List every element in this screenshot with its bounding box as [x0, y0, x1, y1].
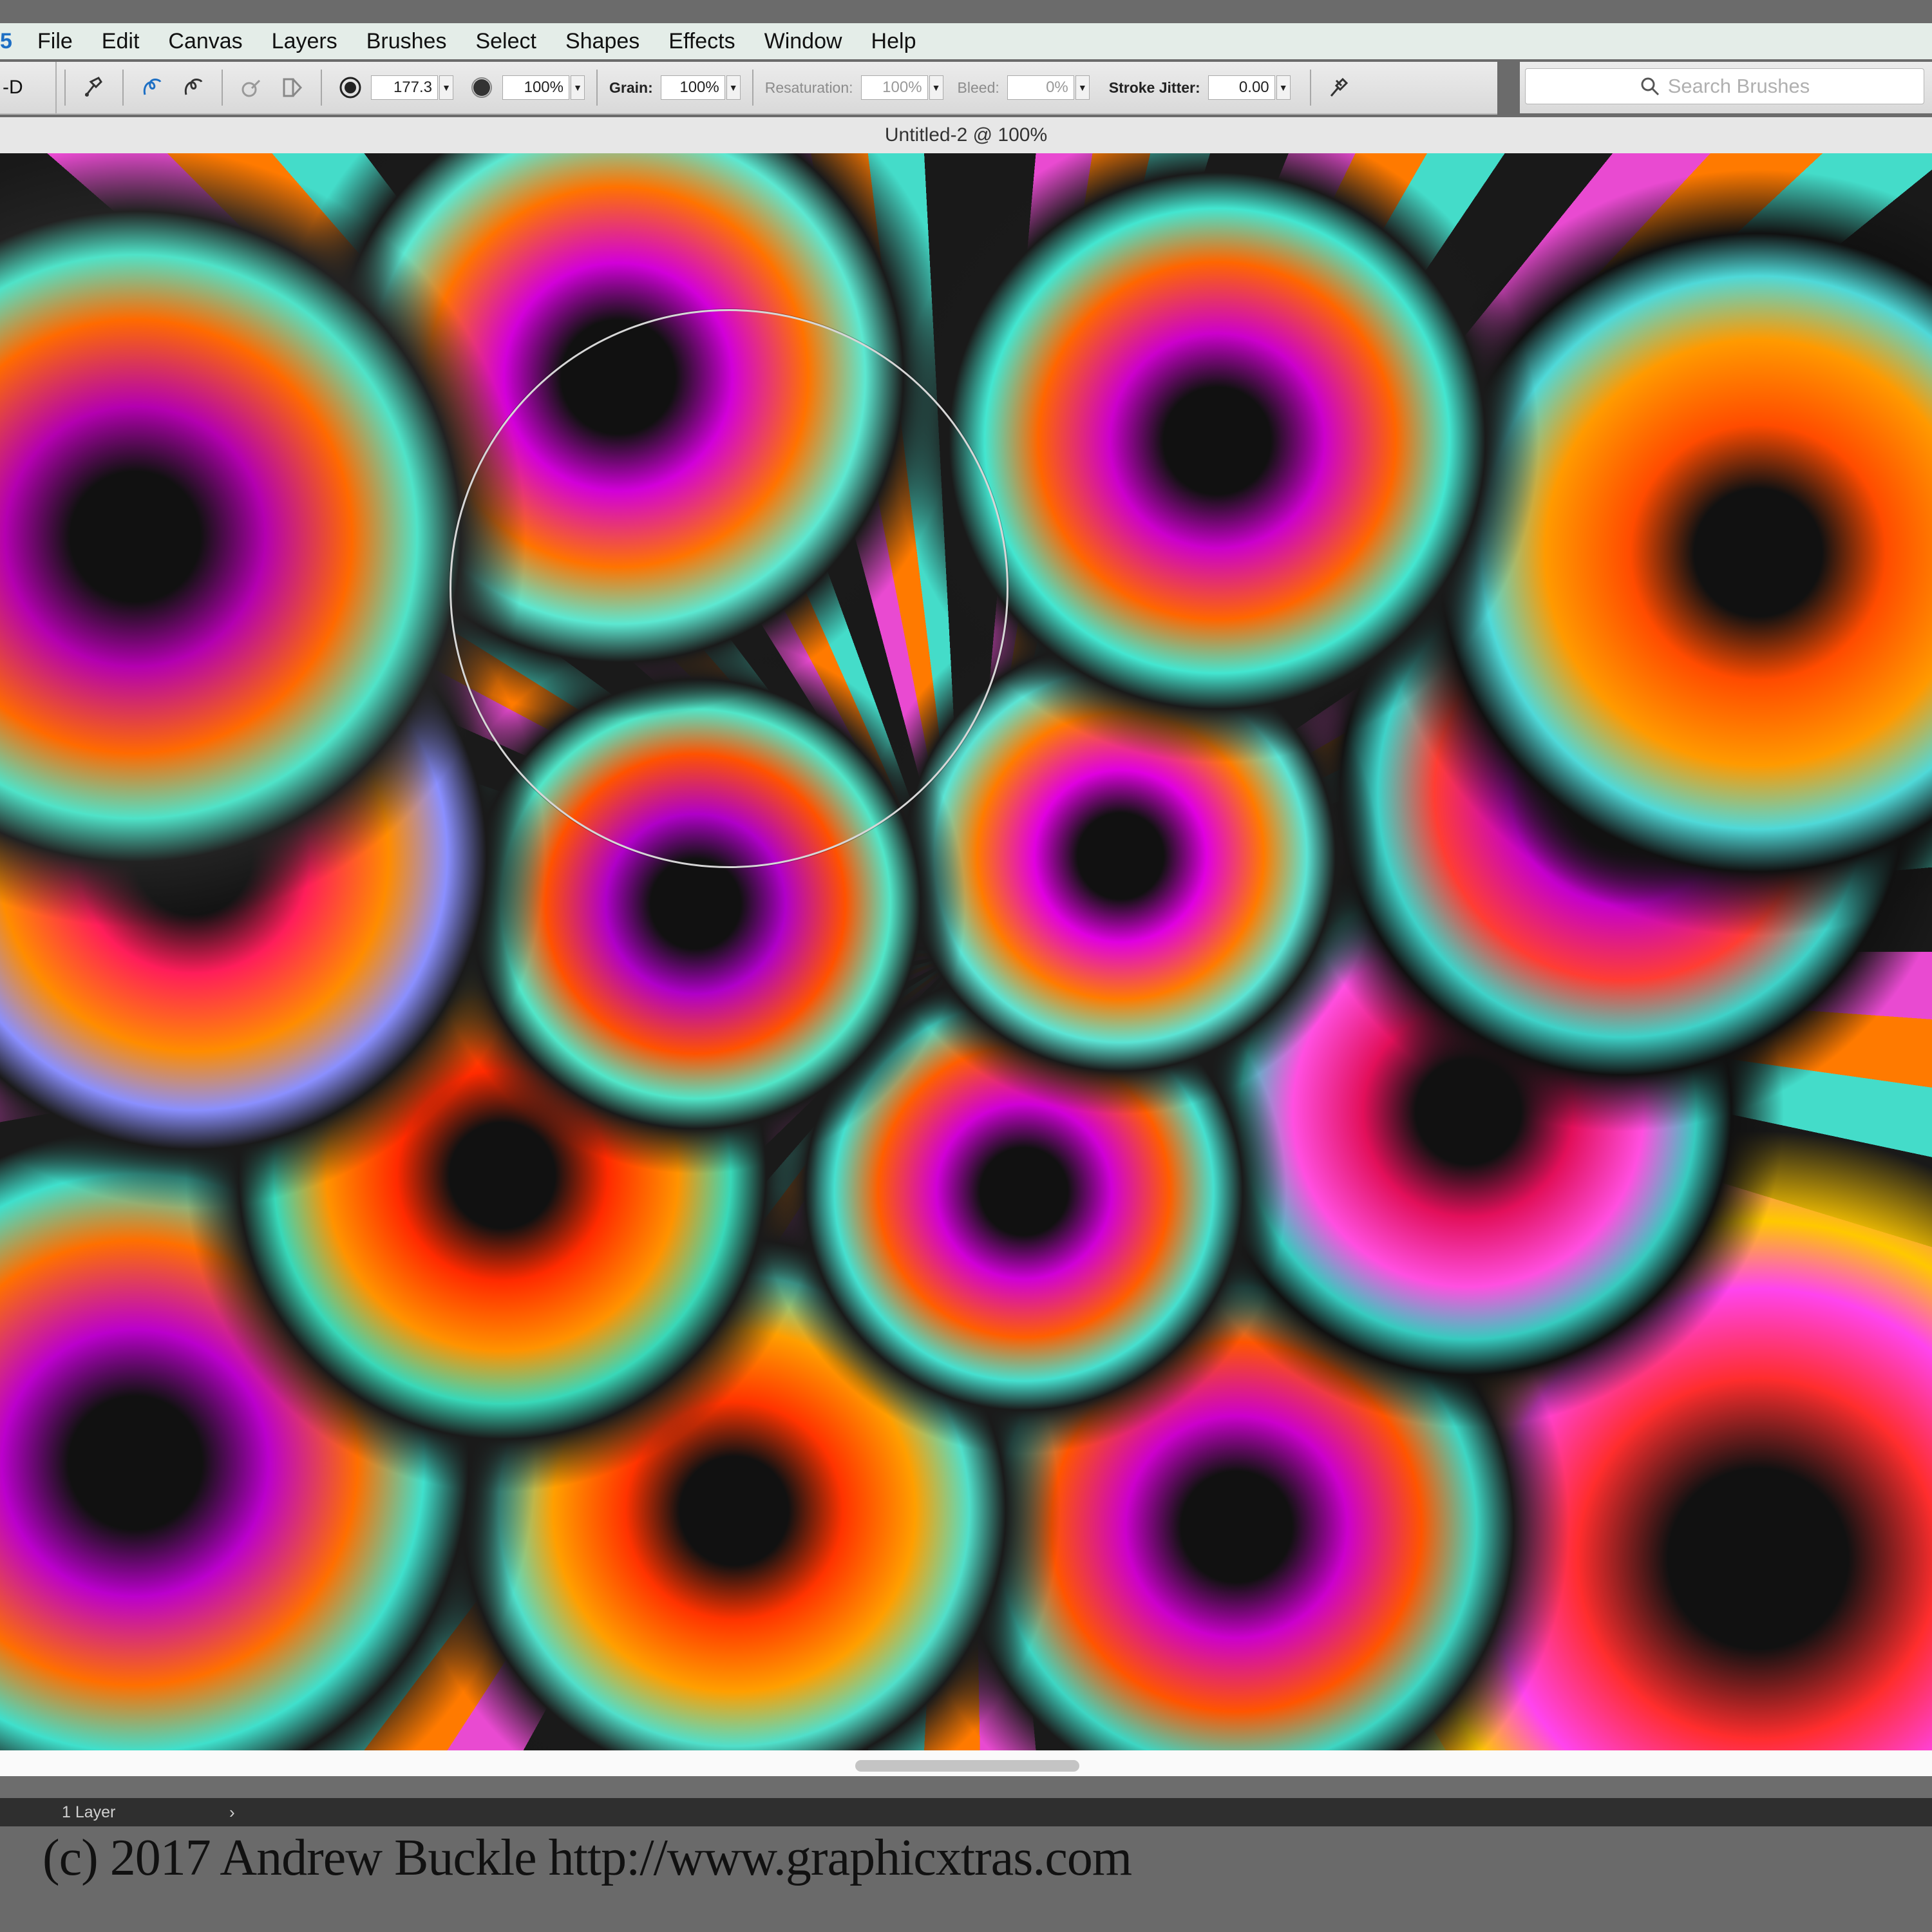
window-top-strip	[0, 0, 1932, 23]
size-dropdown[interactable]: ▼	[439, 75, 453, 100]
menu-shapes[interactable]: Shapes	[565, 29, 639, 54]
brush-settings-icon[interactable]	[1327, 75, 1352, 100]
property-bar-left-label: -D	[0, 62, 57, 113]
window-gap	[0, 1776, 1932, 1798]
size-input[interactable]: 177.3	[371, 75, 438, 100]
stroke-jitter-dropdown[interactable]: ▼	[1276, 75, 1291, 100]
brush-size-icon	[337, 75, 363, 100]
bleed-dropdown[interactable]: ▼	[1075, 75, 1090, 100]
menu-brushes[interactable]: Brushes	[366, 29, 447, 54]
property-bar: -D 177.3 ▼ 100% ▼ Grain: 100% ▼ Resatura…	[0, 62, 1497, 115]
resaturation-input[interactable]: 100%	[860, 75, 928, 100]
menu-bar: 5 File Edit Canvas Layers Brushes Select…	[0, 23, 1932, 60]
document-title-bar: Untitled-2 @ 100%	[0, 117, 1932, 154]
search-icon	[1640, 76, 1660, 97]
menu-select[interactable]: Select	[475, 29, 536, 54]
brush-tool-icon[interactable]	[81, 75, 107, 100]
grain-dropdown[interactable]: ▼	[726, 75, 741, 100]
separator	[596, 70, 598, 106]
separator	[64, 70, 66, 106]
separator	[1309, 70, 1311, 106]
symmetry-icon[interactable]	[279, 75, 305, 100]
bleed-input[interactable]: 0%	[1007, 75, 1074, 100]
menu-file[interactable]: File	[37, 29, 73, 54]
grain-label: Grain:	[609, 79, 653, 96]
app-menu[interactable]: 5	[0, 29, 37, 54]
property-bar-row: -D 177.3 ▼ 100% ▼ Grain: 100% ▼ Resatura…	[0, 59, 1932, 117]
layers-panel-bar: 1 Layer ›	[0, 1798, 1932, 1826]
layers-count-label[interactable]: 1 Layer	[62, 1803, 229, 1822]
menu-effects[interactable]: Effects	[668, 29, 735, 54]
search-brushes-input[interactable]: Search Brushes	[1525, 68, 1924, 104]
copyright-text: (c) 2017 Andrew Buckle http://www.graphi…	[43, 1830, 1132, 1886]
menu-edit[interactable]: Edit	[102, 29, 140, 54]
search-placeholder: Search Brushes	[1667, 75, 1810, 97]
menu-window[interactable]: Window	[764, 29, 842, 54]
search-panel: Search Brushes	[1520, 62, 1932, 113]
cloner-icon[interactable]	[139, 75, 165, 100]
brush-cursor-circle	[450, 309, 1009, 868]
chevron-right-icon[interactable]: ›	[229, 1803, 235, 1823]
menu-canvas[interactable]: Canvas	[168, 29, 242, 54]
painting-canvas[interactable]	[0, 153, 1932, 1750]
separator	[122, 70, 124, 106]
resaturation-label: Resaturation:	[764, 79, 853, 96]
menu-help[interactable]: Help	[871, 29, 916, 54]
resaturation-dropdown[interactable]: ▼	[929, 75, 943, 100]
dropper-icon[interactable]	[180, 75, 206, 100]
opacity-input[interactable]: 100%	[502, 75, 569, 100]
opacity-icon	[469, 75, 495, 100]
document-title: Untitled-2 @ 100%	[884, 124, 1048, 146]
separator	[222, 70, 223, 106]
brush-ghost-icon[interactable]	[238, 75, 264, 100]
separator	[752, 70, 753, 106]
bleed-label: Bleed:	[957, 79, 999, 96]
separator	[321, 70, 322, 106]
opacity-dropdown[interactable]: ▼	[571, 75, 585, 100]
stroke-jitter-input[interactable]: 0.00	[1208, 75, 1275, 100]
horizontal-scrollbar-thumb[interactable]	[855, 1760, 1079, 1772]
menu-layers[interactable]: Layers	[272, 29, 337, 54]
stroke-jitter-label: Stroke Jitter:	[1108, 79, 1200, 96]
grain-input[interactable]: 100%	[660, 75, 725, 100]
